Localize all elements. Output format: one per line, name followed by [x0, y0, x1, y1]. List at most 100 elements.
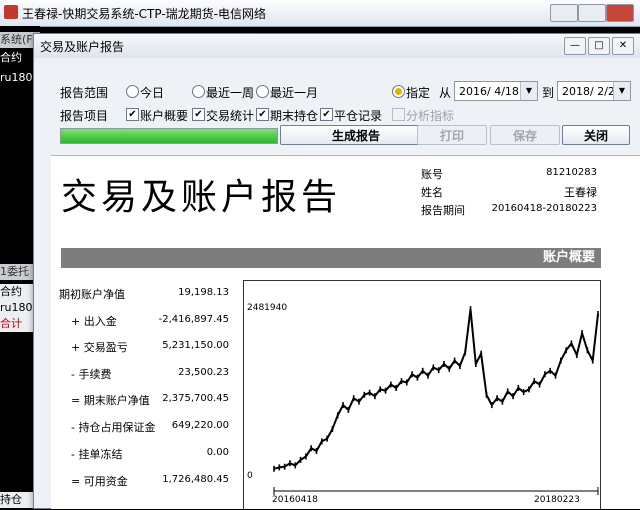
from-label: 从 — [439, 86, 452, 100]
generate-report-button[interactable]: 生成报告 — [280, 125, 432, 145]
equity-point — [538, 381, 541, 388]
equity-point — [390, 381, 392, 388]
summary-label: + 交易盈亏 — [71, 341, 128, 354]
radio-custom[interactable] — [392, 85, 405, 98]
equity-point — [506, 388, 509, 395]
equity-point — [405, 379, 408, 386]
check-account-summary[interactable]: ✔ — [126, 108, 139, 121]
print-button[interactable]: 打印 — [417, 125, 487, 145]
summary-label: - 挂单冻结 — [71, 448, 123, 461]
summary-value: -2,416,897.45 — [158, 314, 229, 325]
equity-point — [443, 360, 445, 367]
equity-point — [554, 372, 557, 379]
check-close-records[interactable]: ✔ — [320, 108, 333, 121]
equity-point — [358, 398, 360, 405]
equity-point — [475, 360, 477, 367]
equity-point — [421, 367, 424, 374]
radio-month[interactable] — [256, 85, 269, 98]
app-title: 王春禄-快期交易系统-CTP-瑞龙期货-电信网络 — [22, 7, 267, 21]
radio-week[interactable] — [192, 85, 205, 98]
save-button[interactable]: 保存 — [490, 125, 560, 145]
dialog-title: 交易及账户报告 — [40, 40, 125, 54]
equity-point — [533, 378, 536, 385]
close-button[interactable]: 关闭 — [562, 125, 630, 145]
radio-today[interactable] — [126, 85, 139, 98]
equity-point — [469, 306, 472, 313]
equity-point — [336, 412, 339, 419]
dialog-maximize-button[interactable]: □ — [588, 37, 610, 55]
summary-value: 5,231,150.00 — [162, 340, 229, 351]
to-date-picker[interactable]: 2018/ 2/23 ▼ — [557, 81, 631, 101]
summary-label: = 期末账户净值 — [71, 394, 150, 407]
close-app-button[interactable] — [606, 4, 634, 22]
summary-label: 期初账户净值 — [59, 288, 125, 301]
check-positions-label: 期末持仓 — [270, 109, 319, 123]
equity-point — [315, 447, 318, 454]
equity-point — [379, 386, 382, 393]
equity-point — [480, 350, 482, 357]
equity-line — [273, 309, 599, 470]
summary-label: = 可用资金 — [71, 475, 128, 488]
equity-point — [597, 310, 599, 317]
dialog-close-button[interactable]: ✕ — [612, 37, 634, 55]
account-value: 81210283 — [546, 167, 597, 178]
equity-point — [549, 367, 551, 374]
equity-point — [453, 357, 456, 364]
check-positions[interactable]: ✔ — [256, 108, 269, 121]
period-label: 报告期间 — [421, 204, 465, 217]
check-trade-stats[interactable]: ✔ — [192, 108, 205, 121]
equity-point — [432, 364, 435, 371]
chevron-down-icon[interactable]: ▼ — [613, 82, 630, 100]
equity-point — [459, 363, 461, 370]
report-page: 交易及账户报告 账号 81210283 姓名 王春禄 报告期间 20160418… — [51, 155, 640, 509]
check-account-summary-label: 账户概要 — [140, 109, 189, 123]
summary-label: - 持仓占用保证金 — [71, 421, 156, 434]
equity-point — [416, 374, 419, 381]
chevron-down-icon[interactable]: ▼ — [520, 82, 537, 100]
progress-bar — [60, 128, 278, 144]
dialog-minimize-button[interactable]: — — [564, 37, 586, 55]
range-label: 报告范围 — [60, 86, 109, 100]
check-analysis[interactable] — [392, 108, 405, 121]
dialog-title-bar: 交易及账户报告 — □ ✕ — [34, 34, 640, 58]
to-label: 到 — [542, 86, 555, 100]
minimize-button[interactable] — [550, 4, 578, 22]
account-label: 账号 — [421, 168, 443, 181]
equity-point — [437, 367, 440, 374]
equity-point — [283, 463, 286, 470]
equity-point — [352, 395, 355, 402]
equity-point — [570, 340, 573, 347]
radio-today-label: 今日 — [140, 86, 165, 100]
equity-point — [427, 372, 429, 379]
equity-point — [294, 462, 297, 469]
check-trade-stats-label: 交易统计 — [206, 109, 255, 123]
equity-point — [522, 389, 525, 396]
name-value: 王春禄 — [564, 186, 597, 199]
equity-point — [374, 393, 376, 400]
equity-point — [496, 395, 498, 402]
equity-point — [273, 465, 275, 472]
equity-point — [560, 357, 562, 364]
equity-point — [347, 406, 350, 413]
equity-point — [326, 435, 328, 442]
equity-point — [528, 386, 530, 393]
maximize-button[interactable] — [578, 4, 606, 22]
equity-point — [565, 347, 567, 354]
report-dialog: 交易及账户报告 — □ ✕ 报告范围 今日 最近一周 最近一月 指定 从 201… — [33, 33, 640, 509]
equity-point — [310, 445, 312, 452]
summary-value: 19,198.13 — [178, 287, 229, 298]
equity-point — [517, 384, 520, 391]
summary-value: 23,500.23 — [178, 367, 229, 378]
equity-point — [289, 460, 291, 467]
progress-fill — [61, 129, 277, 143]
equity-point — [411, 371, 413, 378]
equity-chart-svg — [273, 306, 599, 495]
equity-point — [485, 391, 488, 398]
from-date-picker[interactable]: 2016/ 4/18 ▼ — [454, 81, 538, 101]
summary-value: 2,375,700.45 — [162, 393, 229, 404]
check-close-records-label: 平仓记录 — [334, 109, 383, 123]
equity-point — [331, 426, 334, 433]
equity-point — [544, 371, 546, 378]
from-date-value: 2016/ 4/18 — [459, 85, 519, 98]
app-logo-icon — [4, 5, 18, 19]
